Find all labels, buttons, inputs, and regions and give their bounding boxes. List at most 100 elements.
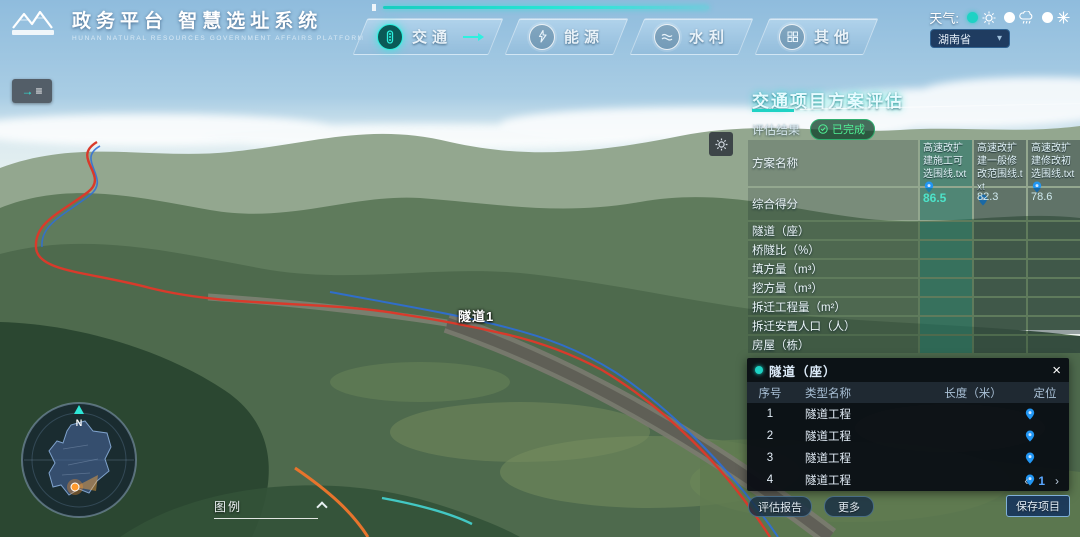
metric-value-cell <box>974 260 1026 277</box>
metric-label: 填方量（m³） <box>748 260 918 277</box>
sun-icon <box>982 11 996 25</box>
table-row: 方案名称高速改扩建施工可选围线.txt 高速改扩建一般修改范围线.txt 高速改… <box>748 140 1080 186</box>
app-logo: 政务平台 智慧选址系统 HUNAN NATURAL RESOURCES GOVE… <box>10 6 365 42</box>
pin-icon[interactable] <box>1025 430 1035 442</box>
more-button[interactable]: 更多 <box>824 496 874 517</box>
list-icon: ≡ <box>35 84 42 98</box>
score-cell: 78.6 <box>1028 188 1080 220</box>
metric-label: 挖方量（m³） <box>748 279 918 296</box>
pin-icon[interactable] <box>1025 408 1035 420</box>
page-current[interactable]: 1 <box>1038 474 1045 488</box>
legend-control[interactable]: 图例 <box>214 498 318 519</box>
score-cell: 82.3 <box>974 188 1026 220</box>
traffic-light-icon <box>377 24 403 50</box>
plan-name-cell[interactable]: 高速改扩建一般修改范围线.txt <box>974 140 1026 186</box>
compass-north-label: N <box>76 418 83 428</box>
plan-name-cell[interactable]: 高速改扩建施工可选围线.txt <box>920 140 972 186</box>
tab-label: 能源 <box>564 26 604 47</box>
row-label: 方案名称 <box>748 140 918 186</box>
close-icon[interactable]: × <box>1052 363 1061 378</box>
result-label: 评估结果 <box>752 121 800 138</box>
tab-label: 水利 <box>689 26 729 47</box>
tab-other[interactable]: 其他 <box>755 18 879 55</box>
weather-label: 天气: <box>929 8 959 27</box>
panel-collapse-button[interactable]: → ≡ <box>12 79 52 103</box>
metric-label: 隧道（座） <box>748 222 918 239</box>
save-project-button[interactable]: 保存项目 <box>1006 495 1070 517</box>
evaluation-report-button[interactable]: 评估报告 <box>748 496 812 517</box>
metric-value-cell <box>974 317 1026 334</box>
legend-rule <box>214 518 318 519</box>
table-row: 隧道（座） <box>748 222 1080 239</box>
app-title: 政务平台 智慧选址系统 <box>72 6 365 33</box>
plan-name-cell[interactable]: 高速改扩建修改初选围线.txt <box>1028 140 1080 186</box>
compass-minimap[interactable]: N <box>18 399 140 521</box>
region-value: 湖南省 <box>938 31 971 47</box>
table-row: 桥隧比（%） <box>748 241 1080 258</box>
radio-selected <box>967 12 978 23</box>
region-select[interactable]: 湖南省 ▾ <box>930 29 1010 48</box>
status-badge-label: 已完成 <box>832 121 865 137</box>
location-marker-icon <box>71 483 79 491</box>
chevron-down-icon: ▾ <box>997 33 1002 44</box>
tab-traffic[interactable]: 交通 <box>353 18 504 55</box>
metric-value-cell <box>974 241 1026 258</box>
metric-value-cell <box>1028 317 1080 334</box>
top-accent-line <box>383 6 709 9</box>
layer-settings-button[interactable] <box>709 132 733 156</box>
radio-unselected <box>1004 12 1015 23</box>
score-cell: 86.5 <box>920 188 972 220</box>
page-prev-button[interactable]: ‹ <box>1024 474 1028 488</box>
page-next-button[interactable]: › <box>1055 474 1059 488</box>
status-badge: 已完成 <box>810 119 875 140</box>
metric-label: 拆迁安置人口（人） <box>748 317 918 334</box>
active-arrow-icon <box>463 36 479 38</box>
metric-value-cell <box>920 298 972 315</box>
weather-option-sunny[interactable] <box>967 11 996 25</box>
table-row: 拆迁工程量（m²） <box>748 298 1080 315</box>
evaluation-table: 方案名称高速改扩建施工可选围线.txt 高速改扩建一般修改范围线.txt 高速改… <box>748 140 1080 355</box>
metric-label: 桥隧比（%） <box>748 241 918 258</box>
metric-value-cell <box>1028 222 1080 239</box>
table-row: 2隧道工程 <box>747 425 1069 447</box>
metric-value-cell <box>1028 260 1080 277</box>
metric-value-cell <box>920 336 972 353</box>
metric-label: 房屋（栋） <box>748 336 918 353</box>
popup-title: 隧道（座） <box>769 361 1046 380</box>
metric-value-cell <box>920 317 972 334</box>
weather-control: 天气: <box>929 8 1070 27</box>
col-header-length: 长度（米） <box>921 385 1025 401</box>
app-window: 隧道1 政务平台 智慧选址系统 HUNAN NATURAL RESOURCES … <box>0 0 1080 537</box>
metric-value-cell <box>920 279 972 296</box>
popup-row-list: 1隧道工程2隧道工程3隧道工程4隧道工程 <box>747 403 1069 491</box>
pin-icon[interactable] <box>1025 452 1035 464</box>
table-row: 挖方量（m³） <box>748 279 1080 296</box>
water-icon <box>654 24 680 50</box>
snow-icon <box>1057 11 1070 24</box>
title-accent-bar <box>752 109 794 112</box>
metric-value-cell <box>974 279 1026 296</box>
col-header-no: 序号 <box>747 385 793 401</box>
gear-icon <box>715 138 728 151</box>
grid-other-icon <box>779 24 805 50</box>
row-label: 综合得分 <box>748 188 918 220</box>
metric-value-cell <box>1028 336 1080 353</box>
col-header-locate: 定位 <box>1025 385 1065 401</box>
metric-value-cell <box>920 222 972 239</box>
metric-label: 拆迁工程量（m²） <box>748 298 918 315</box>
metric-value-cell <box>1028 298 1080 315</box>
popup-column-headers: 序号 类型名称 长度（米） 定位 <box>747 382 1069 403</box>
weather-option-rain[interactable] <box>1004 11 1034 25</box>
tab-label: 其他 <box>814 26 854 47</box>
tab-water[interactable]: 水利 <box>630 18 754 55</box>
weather-option-snow[interactable] <box>1042 11 1070 24</box>
table-row: 房屋（栋） <box>748 336 1080 353</box>
tunnel-popup: 隧道（座） × 序号 类型名称 长度（米） 定位 1隧道工程2隧道工程3隧道工程… <box>747 358 1069 491</box>
legend-label: 图例 <box>214 498 318 515</box>
tab-energy[interactable]: 能源 <box>505 18 629 55</box>
energy-icon <box>529 24 555 50</box>
metric-value-cell <box>1028 279 1080 296</box>
metric-value-cell <box>974 298 1026 315</box>
map-label-tunnel-1[interactable]: 隧道1 <box>458 306 494 325</box>
app-subtitle: HUNAN NATURAL RESOURCES GOVERNMENT AFFAI… <box>72 35 365 42</box>
